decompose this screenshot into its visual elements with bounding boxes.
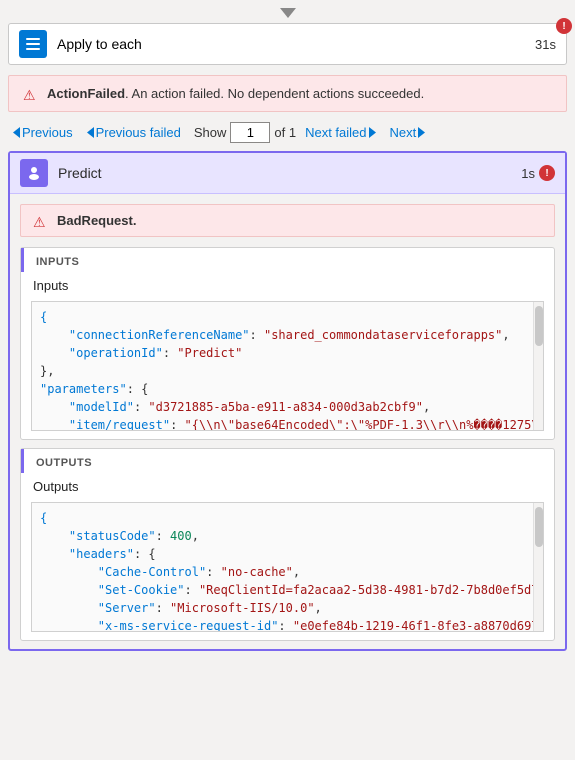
apply-each-title: Apply to each xyxy=(57,36,535,52)
inputs-code-box[interactable]: { "connectionReferenceName": "shared_com… xyxy=(31,301,544,431)
total-pages: of 1 xyxy=(274,125,296,140)
predict-error-badge: ! xyxy=(539,165,555,181)
bad-request-icon xyxy=(33,214,49,228)
predict-title: Predict xyxy=(58,165,521,181)
action-failed-banner: ActionFailed. An action failed. No depen… xyxy=(8,75,567,112)
outputs-section-label: OUTPUTS xyxy=(21,449,554,473)
bad-request-banner: BadRequest. xyxy=(20,204,555,237)
inputs-scrollbar-y[interactable] xyxy=(533,302,543,430)
next-button[interactable]: Next xyxy=(385,122,431,143)
apply-to-each-header: Apply to each 31s ! xyxy=(8,23,567,65)
predict-time: 1s xyxy=(521,166,535,181)
pagination-bar: Previous Previous failed Show of 1 Next … xyxy=(0,112,575,151)
predict-icon xyxy=(20,159,48,187)
bad-request-text: BadRequest. xyxy=(57,213,136,228)
previous-failed-button[interactable]: Previous failed xyxy=(82,122,186,143)
inputs-scrollbar-thumb xyxy=(535,306,543,346)
page-number-input[interactable] xyxy=(230,122,270,143)
action-failed-bold: ActionFailed xyxy=(47,86,125,101)
outputs-section: OUTPUTS Outputs { "statusCode": 400, "he… xyxy=(20,448,555,641)
action-failed-detail: . An action failed. No dependent actions… xyxy=(125,86,424,101)
inputs-scrollbar-x[interactable] xyxy=(32,430,543,431)
show-label: Show xyxy=(194,125,227,140)
predict-header: Predict 1s ! xyxy=(10,153,565,194)
outputs-scrollbar-y[interactable] xyxy=(533,503,543,631)
outputs-code-box[interactable]: { "statusCode": 400, "headers": { "Cache… xyxy=(31,502,544,632)
apply-each-time: 31s xyxy=(535,37,556,52)
inputs-inner-label: Inputs xyxy=(21,272,554,297)
inputs-section-label: INPUTS xyxy=(21,248,554,272)
apply-error-badge: ! xyxy=(556,18,572,34)
warning-icon xyxy=(23,87,39,101)
next-failed-button[interactable]: Next failed xyxy=(300,122,380,143)
outputs-scrollbar-thumb xyxy=(535,507,543,547)
top-chevron xyxy=(0,0,575,23)
inputs-code-scroll[interactable]: { "connectionReferenceName": "shared_com… xyxy=(32,302,543,430)
outputs-scrollbar-x[interactable] xyxy=(32,631,543,632)
outputs-code: { "statusCode": 400, "headers": { "Cache… xyxy=(40,509,535,631)
action-failed-text: ActionFailed. An action failed. No depen… xyxy=(47,86,424,101)
outputs-inner-label: Outputs xyxy=(21,473,554,498)
predict-container: Predict 1s ! BadRequest. INPUTS Inputs {… xyxy=(8,151,567,651)
previous-button[interactable]: Previous xyxy=(8,122,78,143)
inputs-section: INPUTS Inputs { "connectionReferenceName… xyxy=(20,247,555,440)
outputs-code-scroll[interactable]: { "statusCode": 400, "headers": { "Cache… xyxy=(32,503,543,631)
inputs-code: { "connectionReferenceName": "shared_com… xyxy=(40,308,535,430)
apply-each-icon xyxy=(19,30,47,58)
